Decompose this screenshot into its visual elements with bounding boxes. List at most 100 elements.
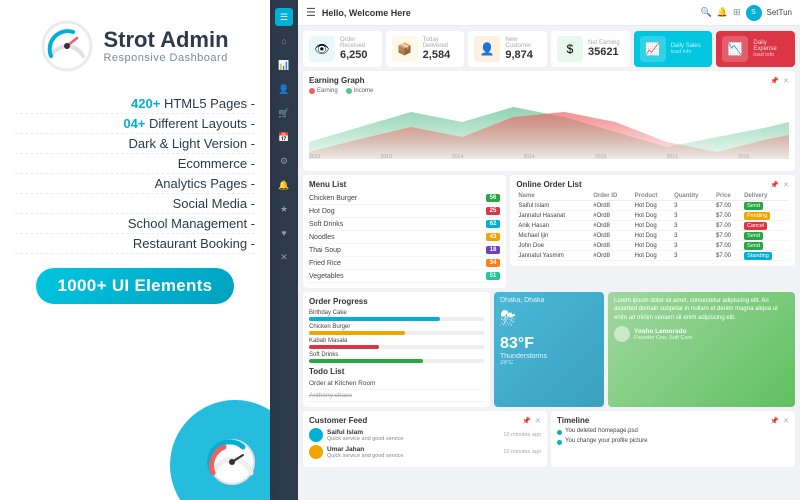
svg-text:2013: 2013: [309, 154, 321, 159]
order-table: Name Order ID Product Quantity Price Del…: [516, 192, 789, 261]
col-price: Price: [714, 192, 742, 201]
topbar-avatar[interactable]: S: [746, 5, 762, 21]
topbar-hello: Hello, Welcome Here: [322, 8, 695, 18]
sidebar-icon-settings[interactable]: ⚙: [275, 152, 293, 170]
progress-title: Order Progress: [309, 297, 484, 306]
small-gauge-icon: [205, 435, 260, 490]
stat-card-2: 👤 New Customer 9,874: [468, 31, 547, 67]
stat-label-1: Today Delivered: [423, 37, 459, 49]
menu-item-2: Soft Drinks 62: [309, 218, 500, 231]
progress-item-3: Soft Drinks: [309, 352, 484, 363]
svg-text:2015: 2015: [595, 154, 607, 159]
legend-earning: Earning: [309, 88, 338, 94]
customer-pin-icon[interactable]: 📌: [522, 417, 531, 425]
sidebar-icon-home[interactable]: ⌂: [275, 32, 293, 50]
weather-temp: 83°F: [500, 335, 598, 353]
sidebar-icon-close[interactable]: ✕: [275, 248, 293, 266]
bottom-row: Order Progress Birthday Cake Chicken Bur…: [303, 292, 795, 407]
stat-card-5: 📉 Daily Expense load info: [716, 31, 795, 67]
earning-close-icon[interactable]: ✕: [783, 77, 789, 85]
sidebar-icon-calendar[interactable]: 📅: [275, 128, 293, 146]
timeline-text-1: You change your profile picture: [565, 438, 648, 444]
order-close-icon[interactable]: ✕: [783, 181, 789, 189]
stat-value-0: 6,250: [340, 49, 376, 61]
stats-row: 👁 Order Received 6,250 📦 Today Delivered…: [303, 31, 795, 67]
timeline-pin-icon[interactable]: 📌: [770, 417, 779, 425]
stat-icon-4: 📈: [640, 36, 666, 62]
menu-item-0: Chicken Burger 56: [309, 192, 500, 205]
stat-value-2: 9,874: [505, 49, 541, 61]
svg-text:2014: 2014: [523, 154, 535, 159]
timeline-close-icon[interactable]: ✕: [783, 417, 789, 425]
stat-card-1: 📦 Today Delivered 2,584: [386, 31, 465, 67]
menu-item-1: Hot Dog 25: [309, 205, 500, 218]
order-pin-icon[interactable]: 📌: [770, 181, 779, 189]
earning-chart: 2013 2013 2014 2014 2015 2015 2016: [309, 97, 789, 159]
customer-item-0: Saiful Islam Quick service and good serv…: [309, 428, 541, 442]
last-row: Customer Feed 📌 ✕ Saiful Islam Quick ser…: [303, 411, 795, 467]
promo-features-list: 420+ HTML5 Pages - 04+ Different Layouts…: [15, 94, 255, 254]
weather-desc: Thunderstorms: [500, 353, 598, 360]
two-col-section: Menu List Chicken Burger 56 Hot Dog 25 S…: [303, 175, 795, 288]
col-qty: Quantity: [672, 192, 714, 201]
todo-item-1: Anthony chase: [309, 390, 484, 402]
timeline-dot-0: [557, 430, 562, 435]
feedback-avatar: [614, 326, 630, 342]
order-row-4: John Doe #Ord8 Hot Dog 3 $7.00 Send: [516, 241, 789, 251]
sidebar-icon-chart[interactable]: 📊: [275, 56, 293, 74]
customer-feed-title: Customer Feed: [309, 416, 367, 425]
topbar-bell-icon[interactable]: 🔔: [717, 7, 728, 18]
sidebar-icon-star[interactable]: ★: [275, 200, 293, 218]
customer-time-0: 10 minutes ago: [503, 432, 541, 438]
feedback-role: Founder Ceo, Soft Core: [634, 335, 692, 341]
sidebar-icon-cart[interactable]: 🛒: [275, 104, 293, 122]
stat-label-5: Daily Expense: [753, 40, 789, 52]
col-orderid: Order ID: [591, 192, 632, 201]
customer-close-icon[interactable]: ✕: [535, 417, 541, 425]
feedback-text: Lorem ipsum dolor sit amet, consectetur …: [614, 297, 789, 322]
feature-item-0: 420+ HTML5 Pages -: [15, 94, 255, 114]
earning-section: Earning Graph 📌 ✕ Earning Income: [303, 71, 795, 171]
sidebar-icon-heart[interactable]: ♥: [275, 224, 293, 242]
topbar-menu-icon[interactable]: ☰: [306, 6, 316, 19]
customer-text-1: Quick service and good service: [327, 453, 499, 459]
todo-item-0: Order at Kitchen Room: [309, 378, 484, 390]
sidebar-icon-user[interactable]: 👤: [275, 80, 293, 98]
progress-item-1: Chicken Burger: [309, 324, 484, 335]
feedback-card: Lorem ipsum dolor sit amet, consectetur …: [608, 292, 795, 407]
stat-card-4: 📈 Daily Sales load info: [634, 31, 713, 67]
customer-time-1: 10 minutes ago: [503, 449, 541, 455]
progress-item-2: Kabab Masala: [309, 338, 484, 349]
topbar-icons: 🔍 🔔 ⊞ S SetTun: [701, 5, 792, 21]
legend-income-label: Income: [354, 88, 374, 94]
db-topbar: ☰ Hello, Welcome Here 🔍 🔔 ⊞ S SetTun: [298, 0, 800, 26]
todo-title: Todo List: [309, 367, 484, 376]
stat-value-3: 35621: [588, 46, 620, 58]
customer-text-0: Quick service and good service: [327, 436, 499, 442]
col-right: Online Order List 📌 ✕ Name Order ID: [510, 175, 795, 288]
promo-decoration: [150, 390, 270, 500]
stat-icon-5: 📉: [722, 36, 748, 62]
topbar-grid-icon[interactable]: ⊞: [733, 7, 741, 18]
feature-item-3: Ecommerce -: [15, 154, 255, 174]
stat-value-1: 2,584: [423, 49, 459, 61]
legend-earning-label: Earning: [317, 88, 338, 94]
timeline-title: Timeline: [557, 416, 589, 425]
customer-name-0: Saiful Islam: [327, 429, 499, 436]
sidebar-icon-bell[interactable]: 🔔: [275, 176, 293, 194]
earning-pin-icon[interactable]: 📌: [770, 77, 779, 85]
stat-icon-1: 📦: [392, 36, 418, 62]
order-row-2: Anik Hasan #Ord8 Hot Dog 3 $7.00 Cancel: [516, 221, 789, 231]
promo-badge: 1000+ UI Elements: [36, 268, 235, 304]
menu-item-3: Noodles 43: [309, 231, 500, 244]
progress-item-0: Birthday Cake: [309, 310, 484, 321]
timeline-item-1: You change your profile picture: [557, 438, 789, 445]
topbar-search-icon[interactable]: 🔍: [701, 7, 712, 18]
order-list-card: Online Order List 📌 ✕ Name Order ID: [510, 175, 795, 266]
promo-title: Strot Admin: [103, 28, 228, 52]
feature-item-5: Social Media -: [15, 194, 255, 214]
earning-title: Earning Graph: [309, 76, 365, 85]
order-list-title: Online Order List: [516, 180, 581, 189]
sidebar-icon-menu[interactable]: ☰: [275, 8, 293, 26]
db-sidebar: ☰ ⌂ 📊 👤 🛒 📅 ⚙ 🔔 ★ ♥ ✕: [270, 0, 298, 500]
